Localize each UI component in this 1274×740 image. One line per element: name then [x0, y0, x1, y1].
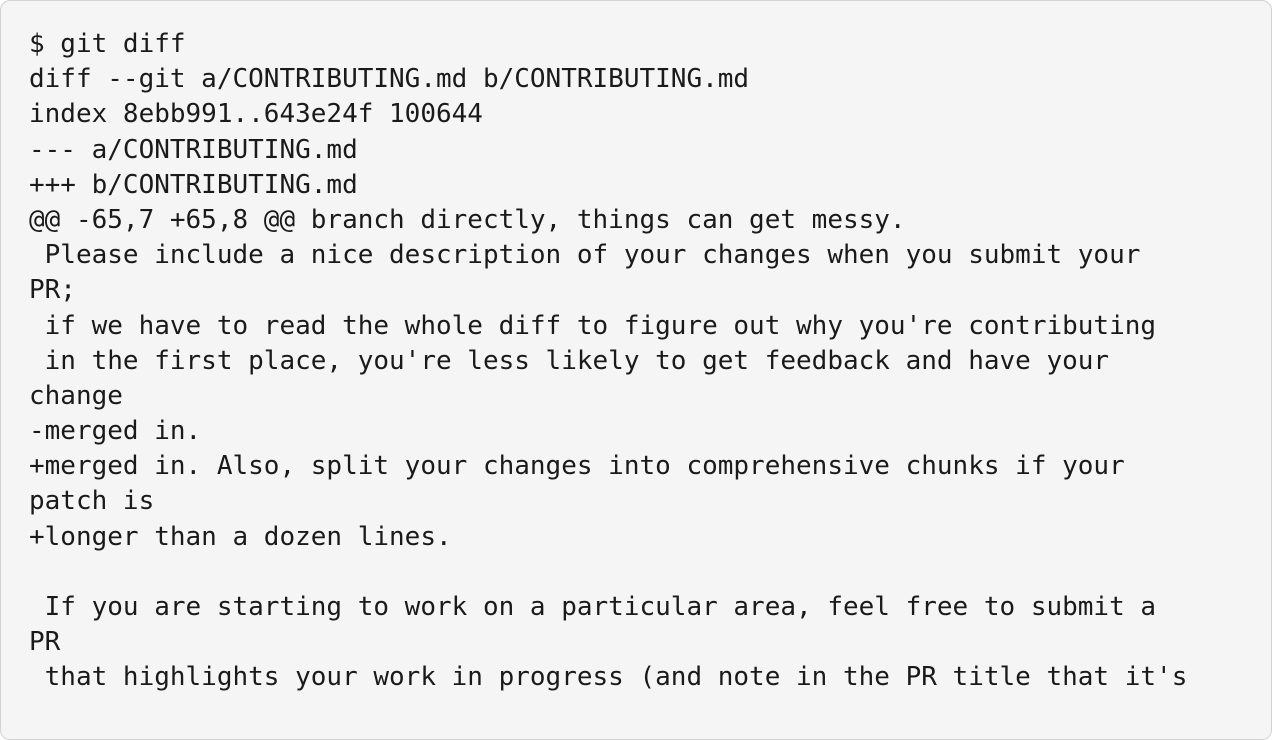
diff-removed-line: -merged in.: [29, 416, 202, 447]
diff-new-file-line: +++ b/CONTRIBUTING.md: [29, 169, 358, 200]
code-block-panel: $ git diff diff --git a/CONTRIBUTING.md b…: [0, 0, 1272, 740]
diff-context-line: PR;: [29, 275, 76, 306]
diff-blank-line: [29, 555, 1271, 590]
diff-added-line: +longer than a dozen lines.: [29, 521, 452, 552]
diff-hunk-header-line: @@ -65,7 +65,8 @@ branch directly, thing…: [29, 204, 906, 235]
diff-context-line: change: [29, 380, 123, 411]
diff-context-line: Please include a nice description of you…: [29, 240, 1141, 271]
diff-context-line: in the first place, you're less likely t…: [29, 345, 1110, 376]
diff-header-line: diff --git a/CONTRIBUTING.md b/CONTRIBUT…: [29, 64, 750, 95]
diff-context-line: that highlights your work in progress (a…: [29, 662, 1188, 693]
diff-added-line: patch is: [29, 486, 155, 517]
diff-context-line: If you are starting to work on a particu…: [29, 592, 1157, 622]
diff-old-file-line: --- a/CONTRIBUTING.md: [29, 134, 358, 165]
diff-added-line: +merged in. Also, split your changes int…: [29, 451, 1125, 482]
diff-context-line: PR: [29, 627, 61, 658]
command-line: $ git diff: [29, 29, 186, 59]
diff-index-line: index 8ebb991..643e24f 100644: [29, 99, 483, 130]
code-block: $ git diff diff --git a/CONTRIBUTING.md b…: [29, 27, 1271, 696]
diff-context-line: if we have to read the whole diff to fig…: [29, 310, 1157, 341]
